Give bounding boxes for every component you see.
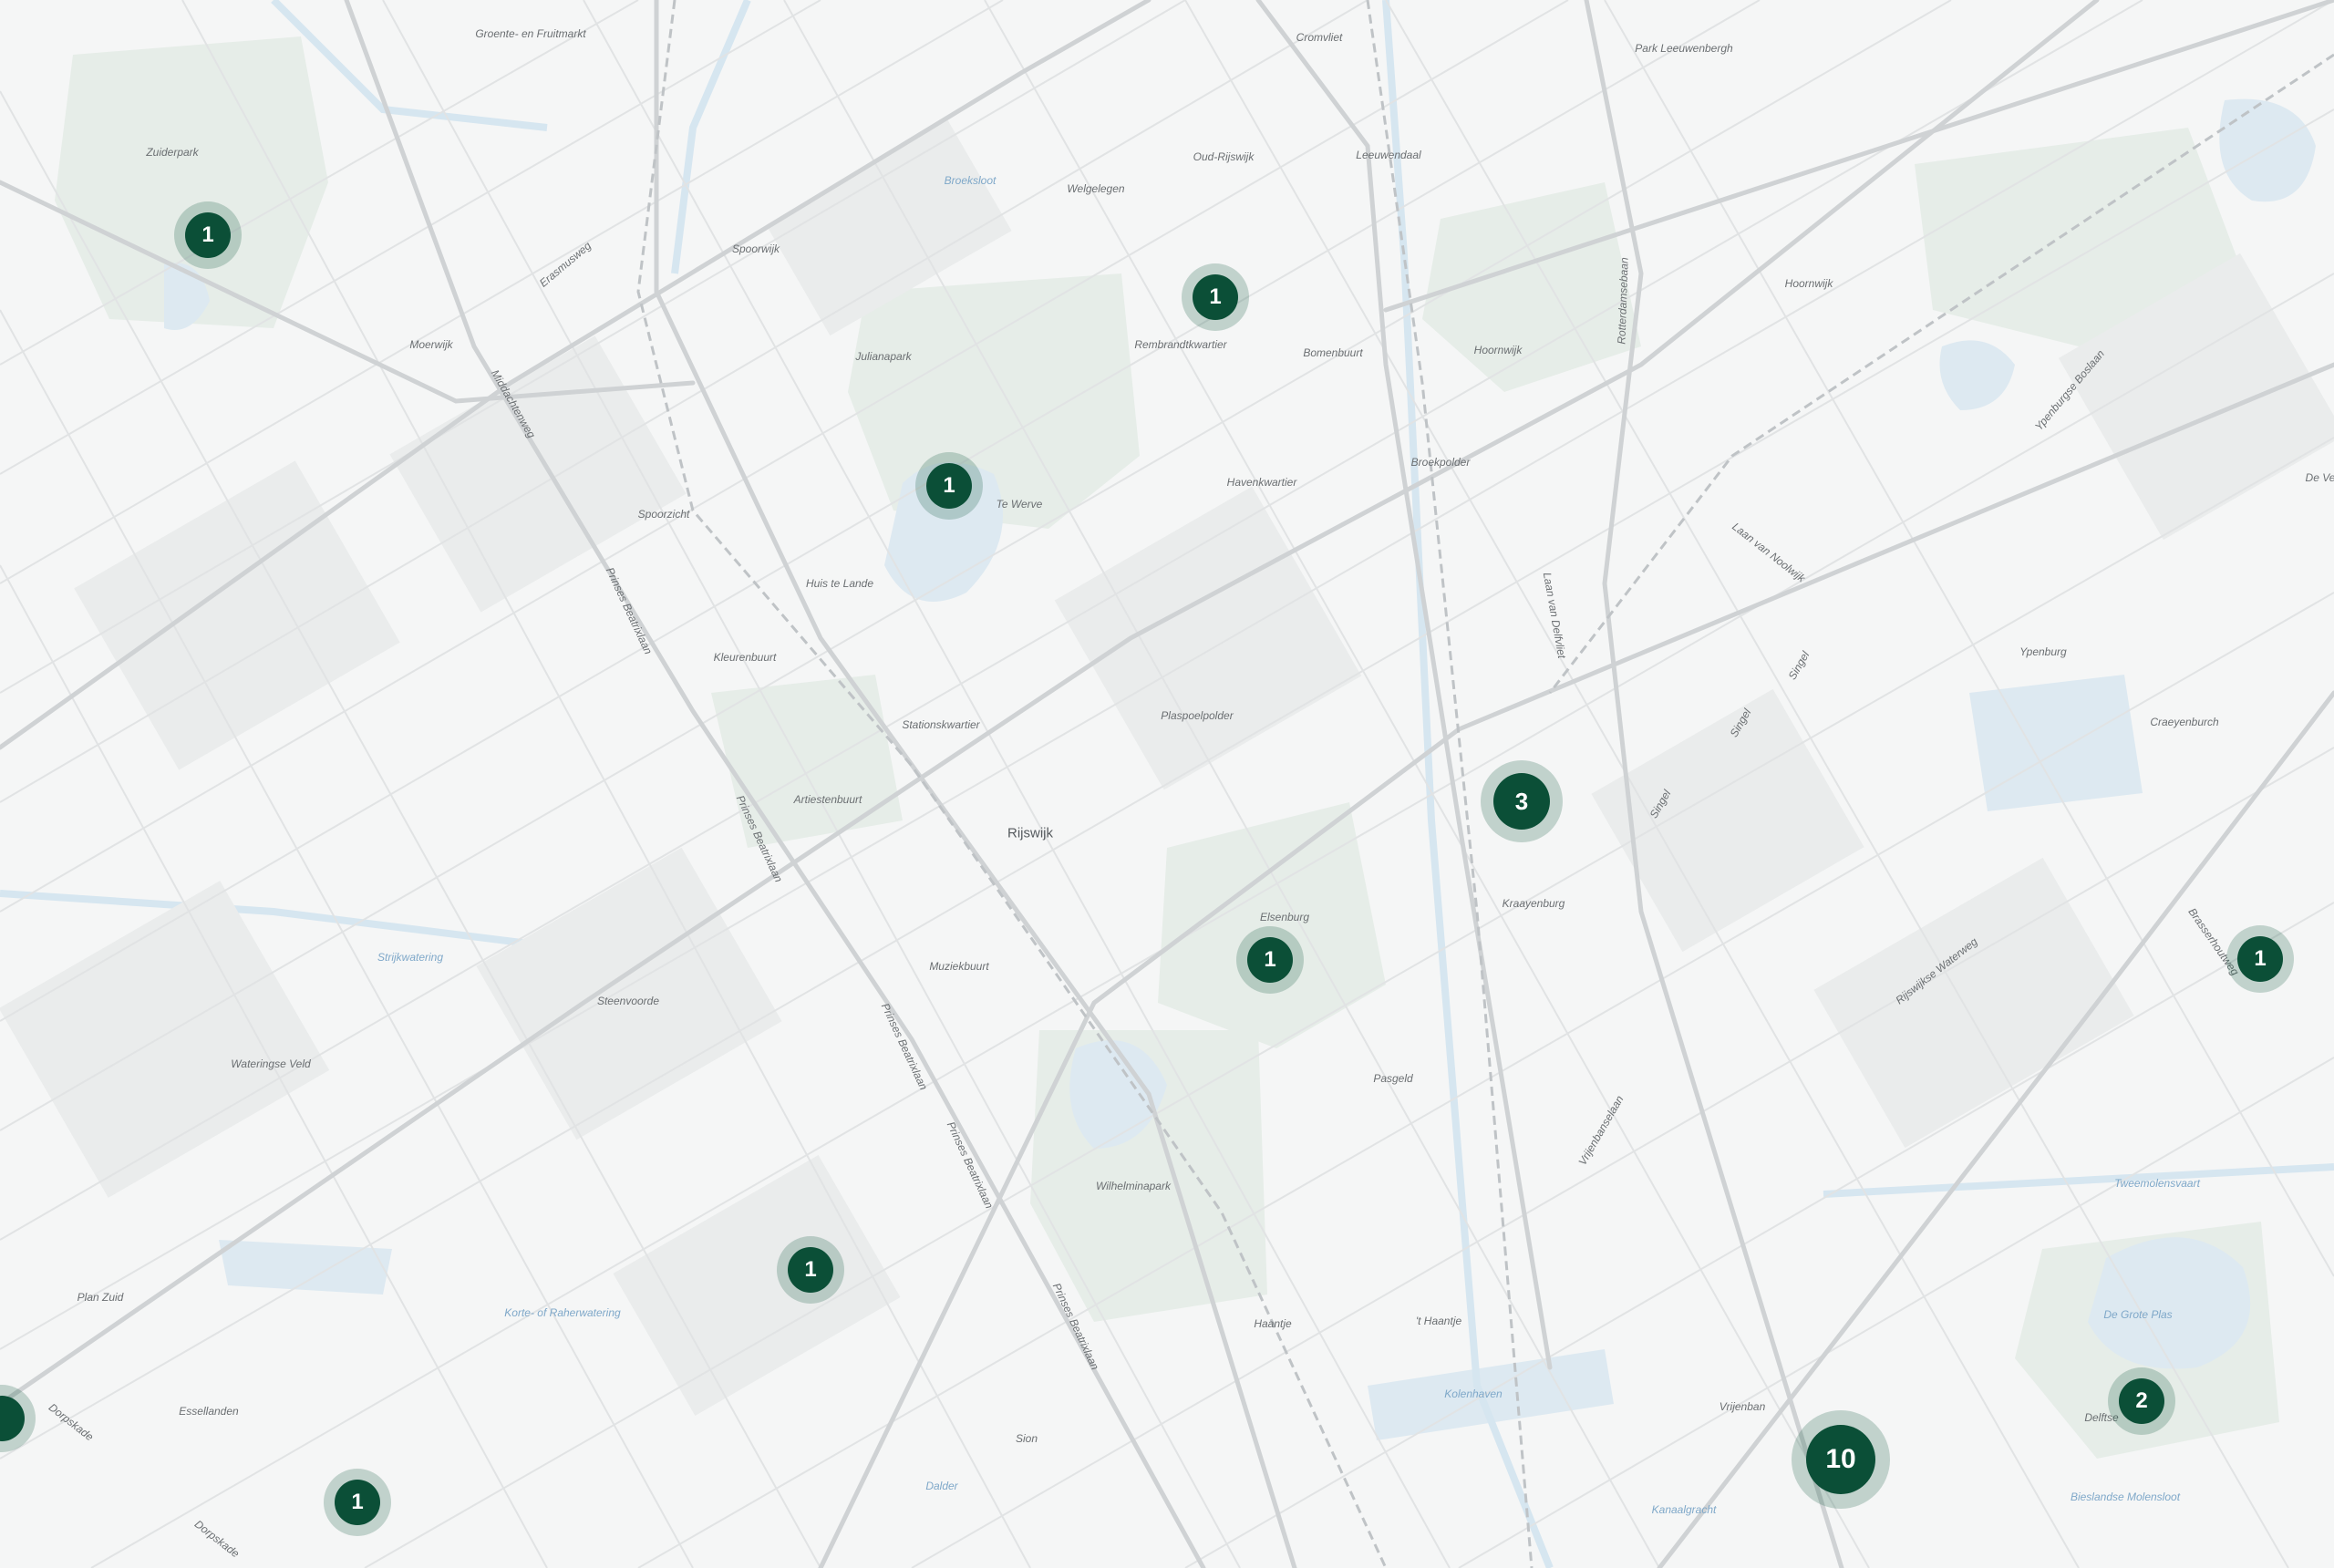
label-haantje: Haantje bbox=[1254, 1317, 1292, 1330]
label-elsenburg: Elsenburg bbox=[1259, 911, 1310, 923]
label-moerwijk: Moerwijk bbox=[409, 338, 453, 351]
label-spoorzicht: Spoorzicht bbox=[637, 508, 690, 521]
label-steenvoorde: Steenvoorde bbox=[596, 995, 660, 1007]
map-cluster-marker[interactable]: 1 bbox=[915, 452, 983, 520]
label-plan-zuid: Plan Zuid bbox=[77, 1291, 124, 1304]
cluster-count: 1 bbox=[2237, 936, 2283, 982]
cluster-count: 3 bbox=[1493, 773, 1550, 830]
label-bomenbuurt: Bomenbuurt bbox=[1303, 346, 1363, 359]
label-dalder: Dalder bbox=[925, 1480, 958, 1492]
label-havenkwartier: Havenkwartier bbox=[1226, 476, 1297, 489]
label-de-ve: De Ve bbox=[2305, 471, 2334, 484]
label-broekpolder: Broekpolder bbox=[1410, 456, 1471, 469]
label-craeyenburch: Craeyenburch bbox=[2150, 716, 2219, 728]
label-bieslandse-molensloot: Bieslandse Molensloot bbox=[2070, 1491, 2181, 1503]
label-hoornwijk-north: Hoornwijk bbox=[1784, 277, 1833, 290]
cluster-count: 1 bbox=[335, 1480, 380, 1525]
label-ypenburg: Ypenburg bbox=[2019, 645, 2067, 658]
map-cluster-marker[interactable]: 1 bbox=[1182, 263, 1249, 331]
label-plaspoelpolder: Plaspoelpolder bbox=[1161, 709, 1234, 722]
label-stationskwartier: Stationskwartier bbox=[902, 718, 980, 731]
label-leeuwendaal: Leeuwendaal bbox=[1356, 149, 1421, 161]
label-welgelegen: Welgelegen bbox=[1067, 182, 1125, 195]
label-broeksloot: Broeksloot bbox=[944, 174, 997, 187]
label-kleurenbuurt: Kleurenbuurt bbox=[713, 651, 777, 664]
label-julianapark: Julianapark bbox=[855, 350, 912, 363]
label-spoorwijk: Spoorwijk bbox=[731, 242, 780, 255]
cluster-count: 10 bbox=[1806, 1425, 1875, 1494]
label-park-leeuwenbergh: Park Leeuwenbergh bbox=[1635, 42, 1733, 55]
map-cluster-marker[interactable]: 10 bbox=[1792, 1410, 1890, 1509]
label-t-haantje: 't Haantje bbox=[1415, 1315, 1462, 1327]
cluster-count: 1 bbox=[1247, 937, 1293, 983]
label-artiestenbuurt: Artiestenbuurt bbox=[793, 793, 862, 806]
label-kolenhaven: Kolenhaven bbox=[1444, 1387, 1503, 1400]
label-oud-rijswijk: Oud-Rijswijk bbox=[1193, 150, 1255, 163]
label-tweemolensvaart: Tweemolensvaart bbox=[2114, 1177, 2200, 1190]
label-kanaalgracht: Kanaalgracht bbox=[1651, 1503, 1717, 1516]
label-wilhelminapark: Wilhelminapark bbox=[1096, 1180, 1171, 1192]
map-cluster-marker[interactable]: 1 bbox=[324, 1469, 391, 1536]
map-cluster-marker[interactable]: 1 bbox=[777, 1236, 844, 1304]
label-huis-te-lande: Huis te Lande bbox=[805, 577, 874, 590]
map-view[interactable]: Groente- en Fruitmarkt Cromvliet Park Le… bbox=[0, 0, 2334, 1568]
map-cluster-marker[interactable]: 2 bbox=[2108, 1367, 2175, 1435]
map-cluster-marker[interactable]: 3 bbox=[1481, 760, 1563, 842]
label-muziekbuurt: Muziekbuurt bbox=[929, 960, 989, 973]
label-vrijenban: Vrijenban bbox=[1719, 1400, 1766, 1413]
label-strijkwatering: Strijkwatering bbox=[377, 951, 444, 964]
cluster-count bbox=[0, 1396, 25, 1441]
label-hoornwijk: Hoornwijk bbox=[1473, 344, 1523, 356]
label-rembrandtkwartier: Rembrandtkwartier bbox=[1134, 338, 1227, 351]
label-essellanden: Essellanden bbox=[179, 1405, 239, 1418]
label-sion: Sion bbox=[1015, 1432, 1038, 1445]
label-cromvliet: Cromvliet bbox=[1296, 31, 1343, 44]
cluster-count: 1 bbox=[185, 212, 231, 258]
map-cluster-marker[interactable]: 1 bbox=[174, 201, 242, 269]
label-te-werve: Te Werve bbox=[996, 498, 1043, 511]
cluster-count: 1 bbox=[788, 1247, 833, 1293]
map-cluster-marker[interactable]: 1 bbox=[2226, 925, 2294, 993]
label-groente-fruitmarkt: Groente- en Fruitmarkt bbox=[475, 27, 586, 40]
map-cluster-marker[interactable]: 1 bbox=[1236, 926, 1304, 994]
cluster-count: 2 bbox=[2119, 1378, 2164, 1424]
cluster-count: 1 bbox=[926, 463, 972, 509]
label-zuiderpark: Zuiderpark bbox=[146, 146, 199, 159]
label-rijswijk: Rijswijk bbox=[1007, 825, 1053, 841]
label-de-grote-plas: De Grote Plas bbox=[2103, 1308, 2173, 1321]
label-wateringse-veld: Wateringse Veld bbox=[231, 1057, 311, 1070]
label-pasgeld: Pasgeld bbox=[1373, 1072, 1413, 1085]
basemap bbox=[0, 0, 2334, 1568]
label-korte-raherwatering: Korte- of Raherwatering bbox=[504, 1306, 621, 1319]
cluster-count: 1 bbox=[1193, 274, 1238, 320]
label-kraayenburg: Kraayenburg bbox=[1502, 897, 1565, 910]
